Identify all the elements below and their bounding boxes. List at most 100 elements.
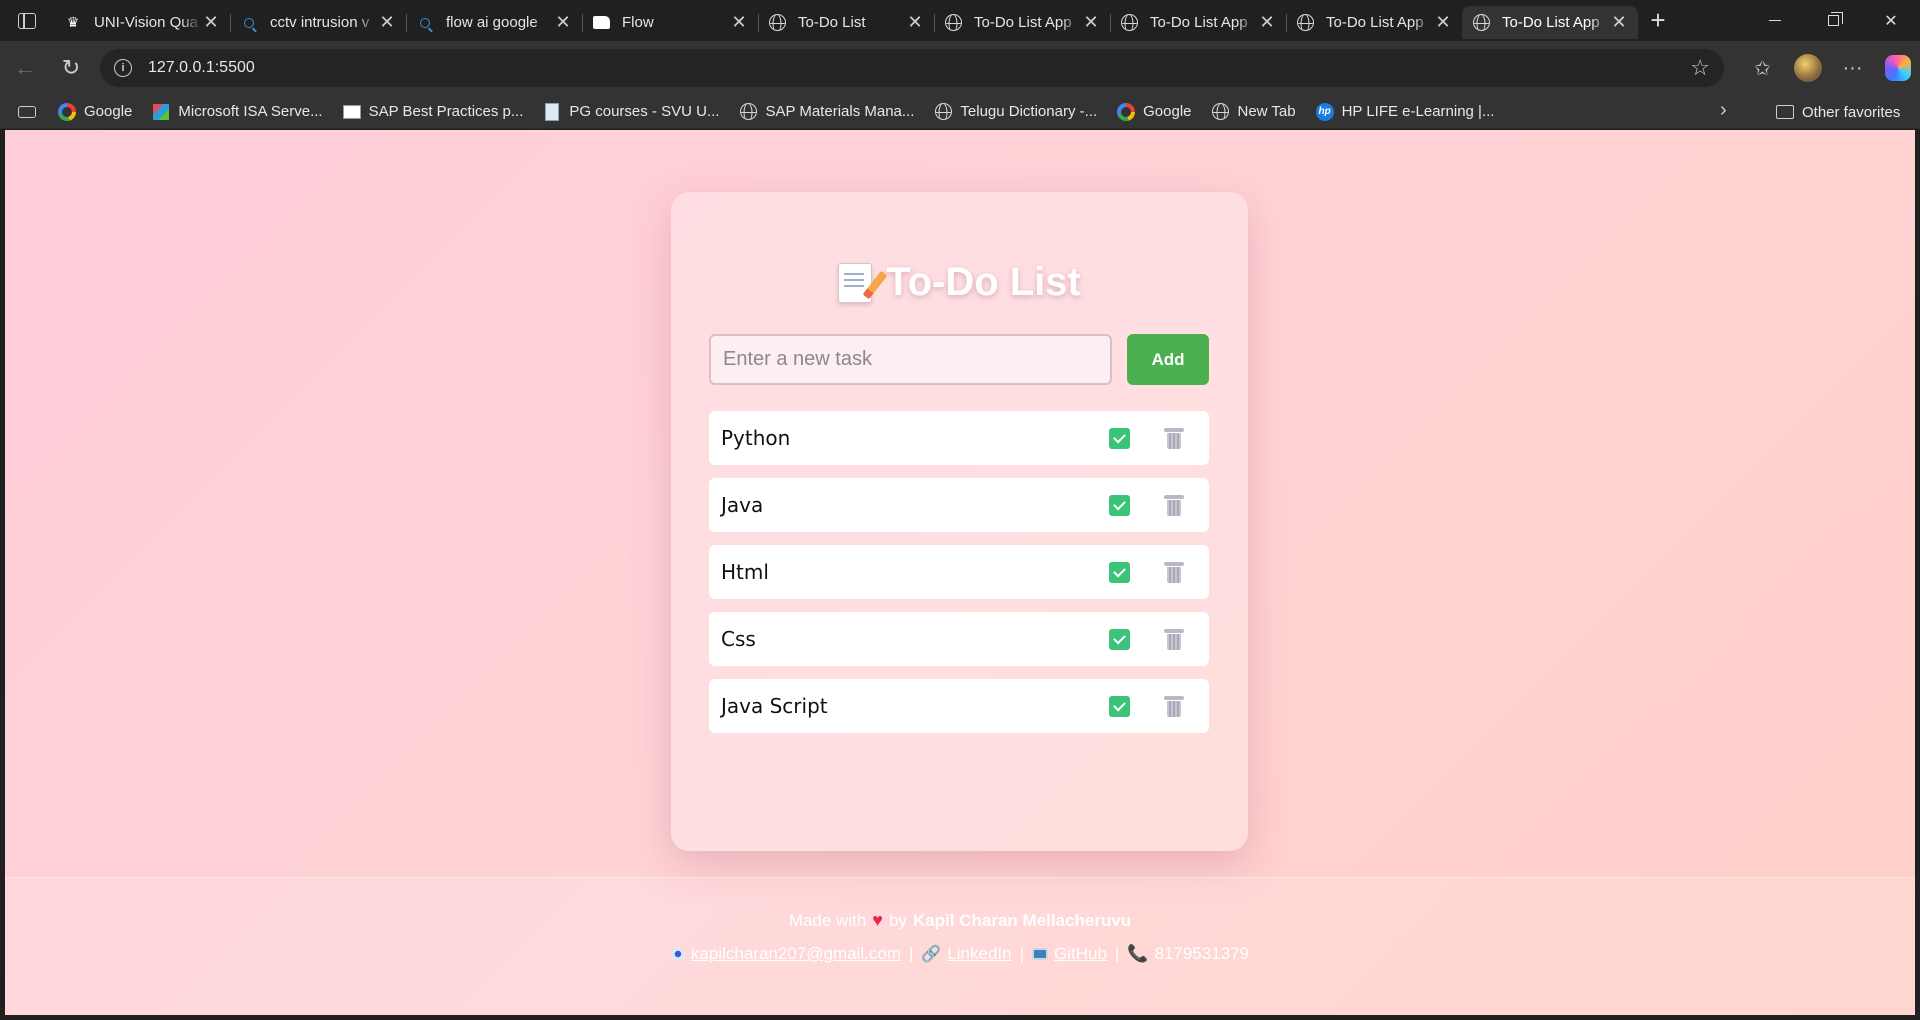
bookmark-sap-best-practices[interactable]: SAP Best Practices p... xyxy=(342,103,524,121)
tab-8-active[interactable]: To-Do List App ✕ xyxy=(1462,6,1638,39)
tab-4[interactable]: To-Do List ✕ xyxy=(758,6,934,39)
hp-icon: hp xyxy=(1315,102,1334,121)
tab-title: Flow xyxy=(622,14,654,31)
check-icon[interactable] xyxy=(1109,696,1130,717)
tab-title: To-Do List xyxy=(798,14,866,31)
bookmark-new-tab[interactable]: New Tab xyxy=(1212,103,1296,121)
restore-button[interactable] xyxy=(1804,0,1862,41)
author-name: Kapil Charan Mellacheruvu xyxy=(912,910,1132,930)
bookmark-telugu-dictionary[interactable]: Telugu Dictionary -... xyxy=(934,103,1097,121)
trash-icon[interactable] xyxy=(1164,695,1184,717)
arrow-left-icon: ← xyxy=(14,55,36,80)
tab-5[interactable]: To-Do List App ✕ xyxy=(934,6,1110,39)
heart-icon: ♥ xyxy=(872,910,883,930)
close-icon[interactable]: ✕ xyxy=(378,12,396,33)
trash-icon[interactable] xyxy=(1164,628,1184,650)
title-text: To-Do List xyxy=(886,260,1081,304)
tab-actions-button[interactable] xyxy=(0,0,54,41)
star-icon[interactable]: ☆ xyxy=(1690,55,1710,81)
tab-0[interactable]: ♛ UNI-Vision Qua ✕ xyxy=(54,6,230,39)
profile-button[interactable] xyxy=(1785,48,1830,88)
keyboard-icon[interactable] xyxy=(18,105,36,118)
search-icon xyxy=(240,14,258,32)
chevron-right-icon[interactable]: › xyxy=(1720,99,1727,122)
bookmark-google[interactable]: Google xyxy=(58,102,132,121)
close-icon[interactable]: ✕ xyxy=(1082,12,1100,33)
globe-icon xyxy=(768,14,786,32)
globe-icon xyxy=(934,103,952,121)
favorites-button[interactable]: ✩ xyxy=(1740,48,1785,88)
new-tab-button[interactable]: + xyxy=(1638,5,1678,36)
tab-title: cctv intrusion v xyxy=(270,14,370,31)
task-item: Css xyxy=(709,612,1209,666)
task-input[interactable] xyxy=(709,334,1112,385)
address-bar[interactable]: i 127.0.0.1:5500 ☆ xyxy=(100,49,1724,87)
copilot-button[interactable] xyxy=(1875,48,1920,88)
bookmark-label: New Tab xyxy=(1237,103,1296,120)
bookmark-hp-life[interactable]: hp HP LIFE e-Learning |... xyxy=(1315,102,1494,121)
more-button[interactable]: ··· xyxy=(1830,48,1875,88)
globe-icon xyxy=(1212,103,1230,121)
tab-2[interactable]: flow ai google ✕ xyxy=(406,6,582,39)
close-icon[interactable]: ✕ xyxy=(1434,12,1452,33)
page-viewport: To-Do List Add Python Java Html Css xyxy=(5,130,1915,1015)
by-text: by xyxy=(888,910,907,930)
bookmark-label: Telugu Dictionary -... xyxy=(960,103,1098,120)
bookmark-microsoft-isa[interactable]: Microsoft ISA Serve... xyxy=(152,103,323,121)
task-list: Python Java Html Css Java Script xyxy=(709,411,1209,746)
check-icon[interactable] xyxy=(1109,495,1130,516)
tab-6[interactable]: To-Do List App ✕ xyxy=(1110,6,1286,39)
trash-icon[interactable] xyxy=(1164,561,1184,583)
bookmark-pg-courses[interactable]: PG courses - SVU U... xyxy=(543,102,719,121)
google-icon xyxy=(1117,102,1136,121)
tab-title: To-Do List App xyxy=(974,14,1072,31)
globe-icon xyxy=(1472,14,1490,32)
close-icon[interactable]: ✕ xyxy=(730,12,748,33)
tab-7[interactable]: To-Do List App ✕ xyxy=(1286,6,1462,39)
close-window-button[interactable]: ✕ xyxy=(1862,0,1920,41)
memo-icon xyxy=(838,262,873,303)
other-favorites-button[interactable]: Other favorites xyxy=(1776,95,1900,129)
close-icon[interactable]: ✕ xyxy=(906,12,924,33)
check-icon[interactable] xyxy=(1109,629,1130,650)
search-icon xyxy=(416,14,434,32)
phone-icon: 📞 xyxy=(1127,944,1149,963)
email-link[interactable]: kapilcharan207@gmail.com xyxy=(691,944,901,964)
check-icon[interactable] xyxy=(1109,428,1130,449)
made-with-text: Made with xyxy=(788,910,867,930)
back-button[interactable]: ← xyxy=(2,48,48,88)
copilot-icon xyxy=(1884,55,1911,81)
linkedin-link[interactable]: LinkedIn xyxy=(947,944,1011,964)
task-label: Python xyxy=(721,426,791,450)
close-icon[interactable]: ✕ xyxy=(554,12,572,33)
bookmark-label: Google xyxy=(1143,103,1192,120)
close-icon[interactable]: ✕ xyxy=(202,12,220,33)
separator: | xyxy=(1019,944,1024,963)
task-item: Java Script xyxy=(709,679,1209,733)
add-button[interactable]: Add xyxy=(1127,334,1209,385)
bookmark-sap-materials[interactable]: SAP Materials Mana... xyxy=(739,103,914,121)
github-link[interactable]: GitHub xyxy=(1054,944,1107,964)
trash-icon[interactable] xyxy=(1164,427,1184,449)
trash-icon[interactable] xyxy=(1164,494,1184,516)
bookmark-google-2[interactable]: Google xyxy=(1117,102,1192,121)
tab-3[interactable]: Flow ✕ xyxy=(582,6,758,39)
task-item: Python xyxy=(709,411,1209,465)
task-label: Html xyxy=(721,560,769,584)
info-icon[interactable]: i xyxy=(114,59,132,77)
check-icon[interactable] xyxy=(1109,562,1130,583)
globe-icon xyxy=(1296,14,1314,32)
bookmark-label: SAP Best Practices p... xyxy=(368,103,524,120)
tab-title: To-Do List App xyxy=(1326,14,1424,31)
tab-1[interactable]: cctv intrusion v ✕ xyxy=(230,6,406,39)
url-text[interactable]: 127.0.0.1:5500 xyxy=(148,59,255,77)
minimize-button[interactable] xyxy=(1746,0,1804,41)
other-favorites-label: Other favorites xyxy=(1802,103,1901,121)
separator: | xyxy=(908,944,914,963)
close-icon[interactable]: ✕ xyxy=(1610,12,1628,33)
task-item: Html xyxy=(709,545,1209,599)
close-icon[interactable]: ✕ xyxy=(1258,12,1276,33)
google-icon xyxy=(58,102,76,121)
refresh-button[interactable]: ↻ xyxy=(48,48,94,88)
refresh-icon: ↻ xyxy=(61,55,81,80)
